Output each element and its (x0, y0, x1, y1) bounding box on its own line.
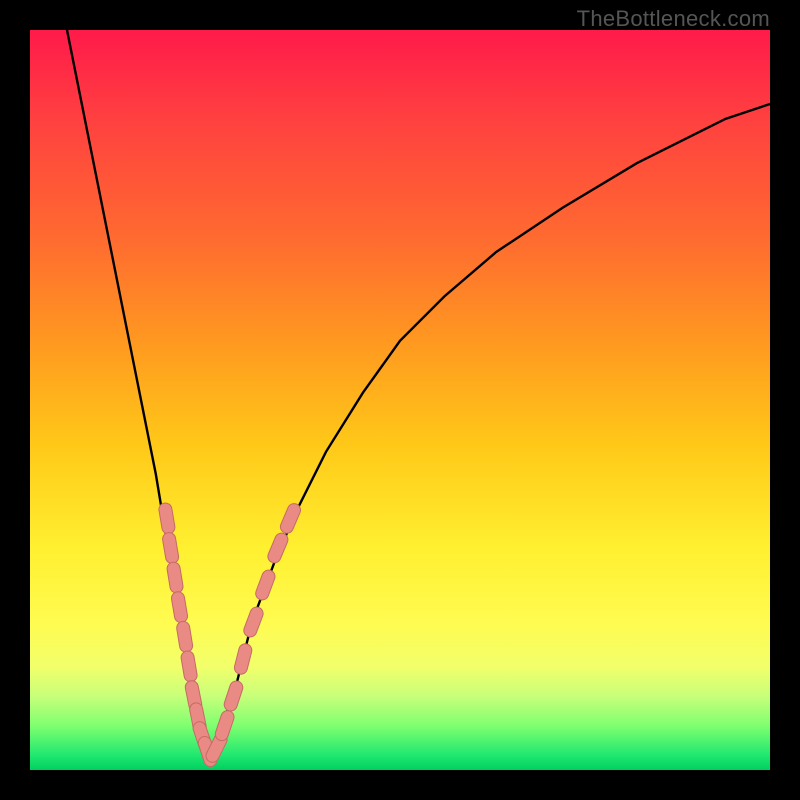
data-dot (262, 577, 268, 594)
data-dot (274, 540, 281, 557)
plot-area (30, 30, 770, 770)
watermark-text: TheBottleneck.com (577, 6, 770, 32)
data-dot (178, 598, 181, 616)
data-dot (188, 658, 191, 676)
data-dot (165, 510, 168, 528)
data-dot (183, 628, 186, 646)
data-dot (250, 614, 256, 631)
data-dot (231, 688, 237, 705)
data-dot (213, 740, 221, 756)
data-dot (241, 650, 245, 667)
chart-frame: TheBottleneck.com (0, 0, 800, 800)
dots-left-group (165, 510, 210, 761)
data-dot (174, 569, 177, 587)
data-dot (169, 539, 172, 557)
dots-right-group (213, 510, 295, 756)
data-dot (192, 687, 196, 705)
data-dot (222, 717, 228, 734)
data-dot (287, 510, 294, 527)
curve-svg (30, 30, 770, 770)
curve-right-branch (208, 104, 770, 755)
